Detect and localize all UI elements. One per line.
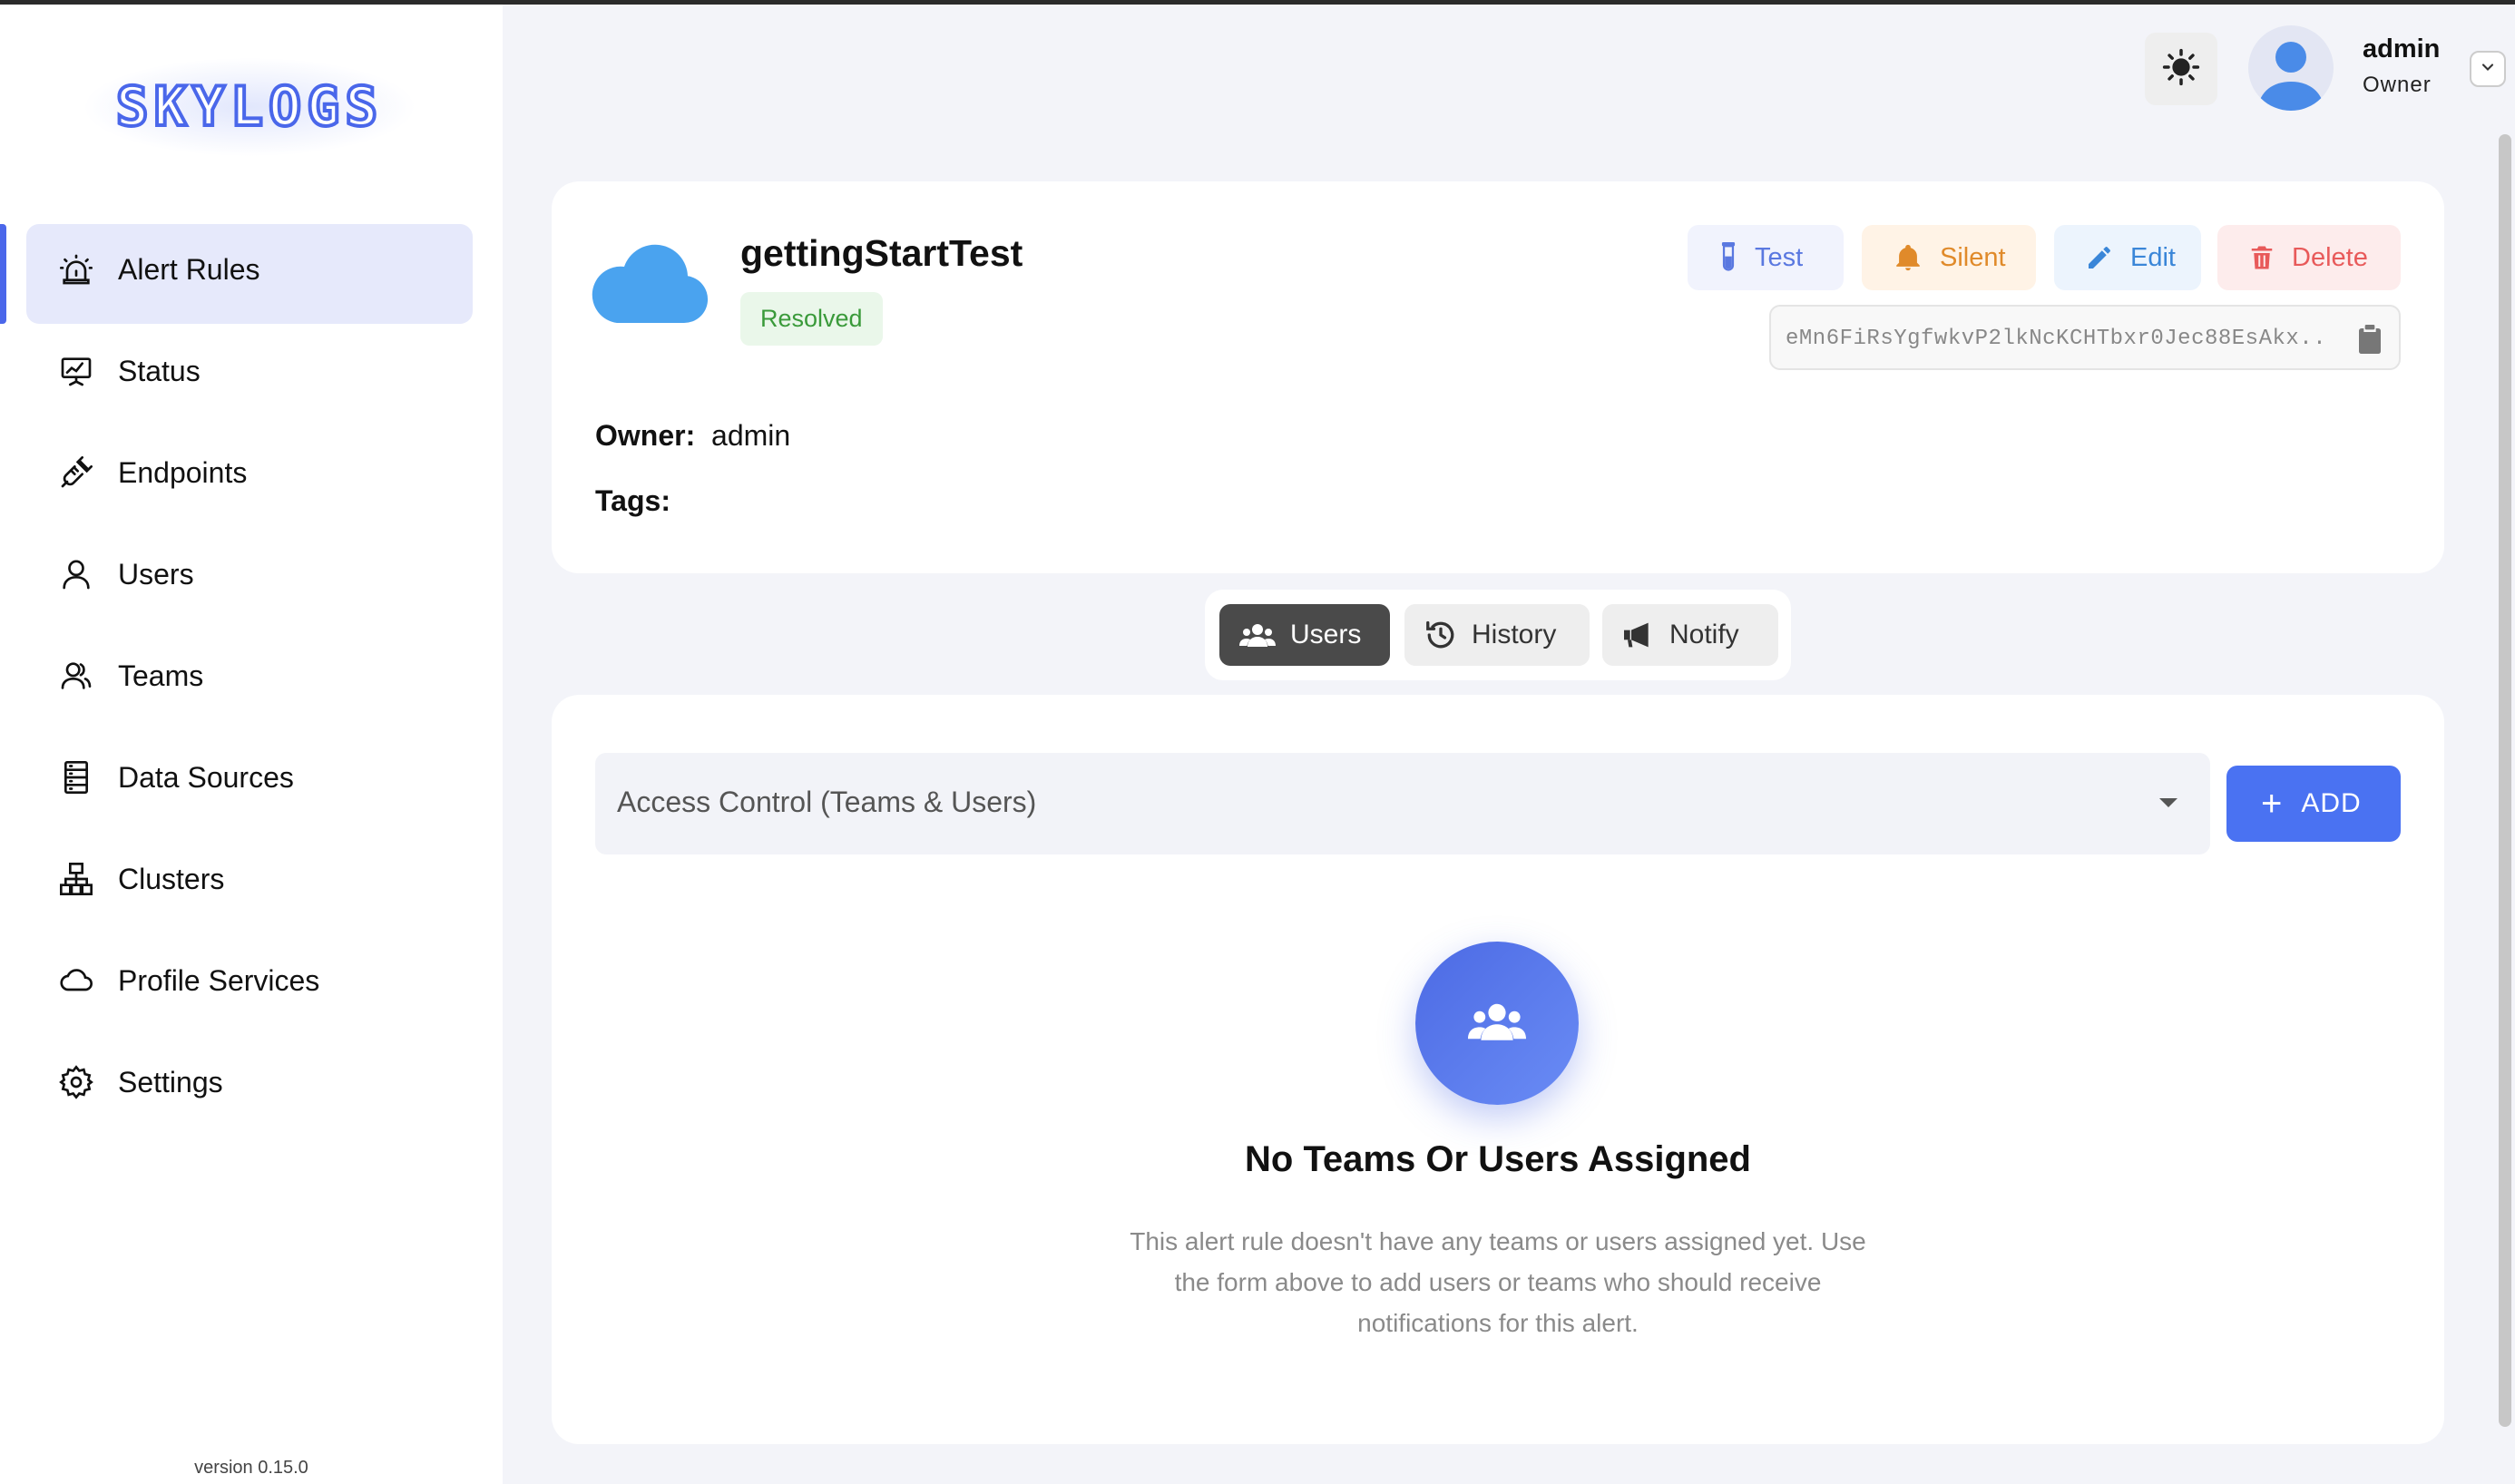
alert-rule-title: gettingStartTest [740, 232, 1023, 274]
users-group-icon [1239, 621, 1276, 649]
sidebar-item-label: Clusters [118, 862, 225, 895]
theme-toggle-button[interactable] [2145, 33, 2217, 105]
skylogs-logo[interactable]: SKYLOGS [82, 57, 417, 157]
app-version: version 0.15.0 [194, 1458, 308, 1478]
sidebar-item-label: Alert Rules [118, 252, 260, 286]
test-tube-icon [1718, 242, 1738, 273]
tab-history-label: History [1472, 620, 1557, 649]
user-name: admin [2363, 34, 2441, 63]
sidebar-item-label: Settings [118, 1065, 223, 1098]
team-icon [56, 656, 96, 696]
owner-label: Owner: [595, 419, 696, 452]
sun-icon [2162, 48, 2200, 91]
avatar[interactable] [2248, 25, 2334, 111]
status-badge: Resolved [740, 292, 883, 346]
user-menu-button[interactable] [2470, 51, 2506, 87]
sitemap-icon [56, 859, 96, 899]
empty-state-title: No Teams Or Users Assigned [1245, 1139, 1751, 1179]
cloud-icon [592, 243, 709, 329]
empty-state-illustration [1415, 942, 1579, 1105]
tab-users[interactable]: Users [1219, 604, 1390, 666]
test-label: Test [1755, 242, 1804, 272]
page-scrollbar[interactable] [2499, 134, 2511, 1427]
api-token-field[interactable]: eMn6FiRsYgfwkvP2lkNcKCHTbxr0Jec88EsAkx..… [1769, 305, 2401, 370]
gear-icon [56, 1062, 96, 1102]
access-control-select-label: Access Control (Teams & Users) [617, 786, 1037, 818]
history-icon [1424, 619, 1457, 651]
access-control-card: Access Control (Teams & Users) + ADD No … [552, 695, 2444, 1444]
sidebar-item-label: Status [118, 354, 201, 387]
logo-text: SKYLOGS [114, 73, 384, 141]
sidebar-item-status[interactable]: Status [0, 320, 503, 422]
tab-notify-label: Notify [1669, 620, 1739, 649]
bell-icon [1893, 242, 1923, 273]
pencil-icon [2085, 243, 2114, 272]
plug-icon [56, 453, 96, 493]
sidebar-item-label: Endpoints [118, 455, 248, 489]
empty-state-description: This alert rule doesn't have any teams o… [1130, 1227, 1866, 1337]
edit-label: Edit [2130, 242, 2176, 272]
owner-value: admin [711, 419, 791, 452]
plus-icon: + [2261, 784, 2284, 824]
test-button[interactable]: Test [1688, 225, 1844, 290]
sidebar-item-data-sources[interactable]: Data Sources [0, 727, 503, 828]
tab-history[interactable]: History [1404, 604, 1590, 666]
sidebar-item-label: Profile Services [118, 963, 320, 997]
sidebar-item-clusters[interactable]: Clusters [0, 828, 503, 930]
api-token-value: eMn6FiRsYgfwkvP2lkNcKCHTbxr0Jec88EsAkx..… [1786, 327, 2330, 351]
silent-label: Silent [1940, 242, 2006, 272]
users-group-icon [1468, 1001, 1526, 1047]
owner-row: Owner: admin [595, 419, 790, 453]
trash-icon [2248, 243, 2275, 272]
sidebar-item-label: Data Sources [118, 760, 294, 794]
sidebar-item-label: Users [118, 557, 194, 591]
alarm-icon [56, 249, 96, 289]
database-icon [56, 757, 96, 797]
chevron-down-icon [2479, 58, 2497, 81]
sidebar-item-endpoints[interactable]: Endpoints [0, 422, 503, 523]
access-control-select[interactable]: Access Control (Teams & Users) [595, 753, 2210, 854]
sidebar-item-profile-services[interactable]: Profile Services [0, 930, 503, 1031]
detail-tabs: Users History Notify [1205, 590, 1791, 680]
sidebar-item-teams[interactable]: Teams [0, 625, 503, 727]
sidebar: SKYLOGS Alert Rules Status Endpoints Use… [0, 5, 503, 1484]
cloud-icon [56, 961, 96, 1001]
sidebar-item-label: Teams [118, 659, 204, 692]
sidebar-item-alert-rules[interactable]: Alert Rules [0, 219, 503, 324]
sidebar-item-settings[interactable]: Settings [0, 1031, 503, 1133]
clipboard-icon[interactable] [2357, 325, 2383, 358]
alert-rule-card: gettingStartTest Resolved Owner: admin T… [552, 181, 2444, 573]
add-button[interactable]: + ADD [2226, 766, 2401, 842]
delete-label: Delete [2292, 242, 2368, 272]
caret-down-icon [2159, 798, 2177, 807]
sidebar-item-users[interactable]: Users [0, 523, 503, 625]
megaphone-icon [1622, 620, 1655, 649]
silent-button[interactable]: Silent [1862, 225, 2036, 290]
delete-button[interactable]: Delete [2217, 225, 2401, 290]
presentation-chart-icon [56, 351, 96, 391]
tags-label: Tags: [595, 484, 670, 517]
tab-users-label: Users [1290, 620, 1362, 649]
user-role: Owner [2363, 73, 2432, 97]
add-label: ADD [2301, 788, 2362, 818]
tab-notify[interactable]: Notify [1602, 604, 1778, 666]
edit-button[interactable]: Edit [2054, 225, 2201, 290]
user-icon [56, 554, 96, 594]
sidebar-nav: Alert Rules Status Endpoints Users Teams… [0, 219, 503, 1133]
